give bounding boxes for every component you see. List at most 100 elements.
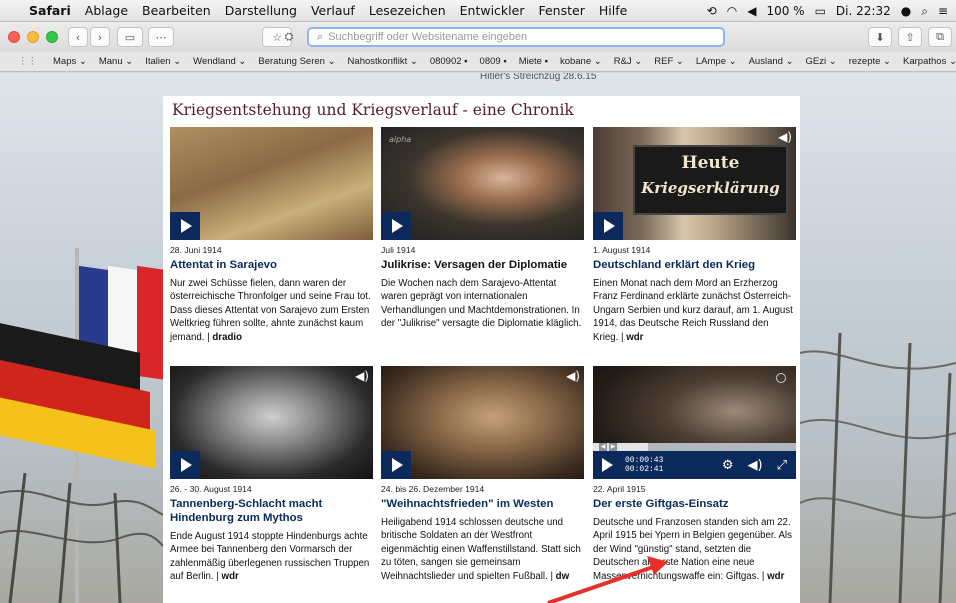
- spotlight-icon[interactable]: ⌕: [921, 4, 928, 19]
- extension-icon[interactable]: ⛭: [277, 27, 301, 47]
- barbed-wire-right: [800, 332, 956, 603]
- battery-icon[interactable]: ▭: [815, 4, 826, 18]
- chronicle-card[interactable]: alpha Juli 1914 Julikrise: Versagen der …: [381, 127, 584, 331]
- menu-item-fenster[interactable]: Fenster: [531, 3, 591, 18]
- bookmark-item[interactable]: Ausland ⌄: [743, 56, 800, 67]
- video-player[interactable]: ◀ ▶ 00:00:43 00:02:41 ⚙ ◀) ⤢: [593, 366, 796, 479]
- download-icon[interactable]: ⬇: [868, 27, 892, 47]
- bookmark-item[interactable]: Wendland ⌄: [187, 56, 252, 67]
- bookmark-item[interactable]: rezepte ⌄: [843, 56, 897, 67]
- sidebar-icon[interactable]: ▭: [117, 27, 143, 47]
- back-button[interactable]: ‹: [68, 27, 88, 47]
- alpha-logo: alpha: [389, 135, 412, 144]
- bookmark-item[interactable]: Italien ⌄: [139, 56, 187, 67]
- card-date: 24. bis 26. Dezember 1914: [381, 484, 485, 494]
- bookmark-item[interactable]: Karpathos ⌄: [897, 56, 956, 67]
- close-window-button[interactable]: [8, 31, 20, 43]
- menu-item-verlauf[interactable]: Verlauf: [304, 3, 362, 18]
- chronicle-card[interactable]: ◀) 26. - 30. August 1914 Tannenberg-Schl…: [170, 366, 373, 584]
- bookmark-item[interactable]: 0809 ▪: [474, 56, 513, 67]
- play-icon[interactable]: [593, 458, 621, 472]
- card-source[interactable]: dw: [556, 571, 569, 582]
- video-current-time: 00:00:43: [625, 456, 664, 465]
- audio-icon[interactable]: ◀): [748, 458, 763, 473]
- menu-item-hilfe[interactable]: Hilfe: [592, 3, 634, 18]
- user-icon[interactable]: ●: [901, 4, 911, 18]
- chronicle-card[interactable]: Heute Kriegserklärung ◀) 1. August 1914 …: [593, 127, 796, 344]
- settings-icon[interactable]: ⚙: [722, 458, 734, 473]
- declaration-sign: Heute Kriegserklärung: [633, 145, 788, 215]
- sign-kriegserklaerung: Kriegserklärung: [641, 179, 780, 197]
- top-sites-icon[interactable]: ⋮⋮: [0, 56, 47, 67]
- card-title[interactable]: Deutschland erklärt den Krieg: [593, 258, 796, 272]
- video-total-time: 00:02:41: [625, 465, 664, 474]
- card-title[interactable]: Der erste Giftgas-Einsatz: [593, 497, 796, 511]
- share-icon[interactable]: ⇧: [898, 27, 922, 47]
- video-progress-bar[interactable]: ◀ ▶: [593, 443, 796, 451]
- menu-item-bearbeiten[interactable]: Bearbeiten: [135, 3, 218, 18]
- audio-icon[interactable]: ◀): [778, 130, 792, 144]
- card-title[interactable]: Tannenberg-Schlacht macht Hindenburg zum…: [170, 497, 373, 525]
- chronicle-card[interactable]: ◀) 24. bis 26. Dezember 1914 "Weihnachts…: [381, 366, 584, 583]
- bookmark-item[interactable]: Nahostkonflikt ⌄: [342, 56, 424, 67]
- scrolled-text-peek: Hitler's Streichzug 28.6.15: [480, 73, 597, 82]
- barbed-wire-left: [0, 472, 170, 603]
- play-icon[interactable]: [593, 212, 623, 240]
- card-source[interactable]: wdr: [767, 571, 784, 582]
- bookmark-item[interactable]: Maps ⌄: [47, 56, 93, 67]
- card-source[interactable]: wdr: [222, 571, 239, 582]
- minimize-window-button[interactable]: [27, 31, 39, 43]
- rewind-icon[interactable]: ◀: [599, 443, 607, 451]
- audio-icon[interactable]: ◀): [355, 369, 369, 383]
- forward-button[interactable]: ›: [90, 27, 110, 47]
- bookmark-item[interactable]: REF ⌄: [648, 56, 690, 67]
- card-source[interactable]: wdr: [626, 332, 643, 343]
- card-source[interactable]: dradio: [212, 332, 242, 343]
- forward-icon[interactable]: ▶: [609, 443, 617, 451]
- play-icon[interactable]: [170, 212, 200, 240]
- card-thumbnail[interactable]: ◀): [170, 366, 373, 479]
- bookmark-item[interactable]: Manu ⌄: [93, 56, 139, 67]
- fullscreen-icon[interactable]: ⤢: [777, 458, 787, 473]
- card-title[interactable]: Attentat in Sarajevo: [170, 258, 373, 272]
- card-title[interactable]: "Weihnachtsfrieden" im Westen: [381, 497, 584, 511]
- bookmark-item[interactable]: GEzi ⌄: [800, 56, 843, 67]
- chronicle-card[interactable]: ◀ ▶ 00:00:43 00:02:41 ⚙ ◀) ⤢ 22. April 1…: [593, 366, 796, 583]
- play-icon[interactable]: [170, 451, 200, 479]
- bookmark-item[interactable]: 080902 ▪: [424, 56, 474, 67]
- menu-item-darstellung[interactable]: Darstellung: [218, 3, 304, 18]
- search-icon: ⌕: [317, 30, 324, 43]
- card-description: Heiligabend 1914 schlossen deutsche und …: [381, 517, 581, 582]
- menu-item-lesezeichen[interactable]: Lesezeichen: [362, 3, 453, 18]
- notification-center-icon[interactable]: ≡: [938, 4, 948, 18]
- tabs-overview-icon[interactable]: ⧉: [928, 27, 952, 47]
- play-icon[interactable]: [381, 451, 411, 479]
- bookmark-item[interactable]: kobane ⌄: [554, 56, 608, 67]
- wifi-icon[interactable]: ◠: [727, 4, 737, 18]
- play-icon[interactable]: [381, 212, 411, 240]
- bookmark-item[interactable]: Beratung Seren ⌄: [252, 56, 341, 67]
- menu-item-ablage[interactable]: Ablage: [78, 3, 135, 18]
- bookmark-item[interactable]: LAmpe ⌄: [690, 56, 743, 67]
- card-title[interactable]: Julikrise: Versagen der Diplomatie: [381, 258, 584, 272]
- content-panel: Kriegsentstehung und Kriegsverlauf - ein…: [163, 96, 800, 603]
- battery-label[interactable]: 100 %: [766, 4, 804, 18]
- card-description: Ende August 1914 stoppte Hindenburgs ach…: [170, 531, 370, 583]
- chronicle-card[interactable]: 28. Juni 1914 Attentat in Sarajevo Nur z…: [170, 127, 373, 344]
- clock-label[interactable]: Di. 22:32: [836, 4, 891, 18]
- menu-item-entwickler[interactable]: Entwickler: [453, 3, 532, 18]
- video-times: 00:00:43 00:02:41: [625, 456, 663, 474]
- volume-icon[interactable]: ◀: [747, 4, 756, 18]
- card-thumbnail[interactable]: [170, 127, 373, 240]
- time-machine-icon[interactable]: ⟲: [707, 4, 717, 18]
- card-thumbnail[interactable]: Heute Kriegserklärung ◀): [593, 127, 796, 240]
- address-bar[interactable]: ⌕ Suchbegriff oder Websitename eingeben: [307, 27, 725, 47]
- card-thumbnail[interactable]: ◀): [381, 366, 584, 479]
- audio-icon[interactable]: ◀): [566, 369, 580, 383]
- grid-icon[interactable]: ⋯: [148, 27, 174, 47]
- zoom-window-button[interactable]: [46, 31, 58, 43]
- menu-app-name[interactable]: Safari: [22, 3, 78, 18]
- bookmark-item[interactable]: R&J ⌄: [608, 56, 649, 67]
- card-thumbnail[interactable]: alpha: [381, 127, 584, 240]
- bookmark-item[interactable]: Miete ▪: [513, 56, 554, 67]
